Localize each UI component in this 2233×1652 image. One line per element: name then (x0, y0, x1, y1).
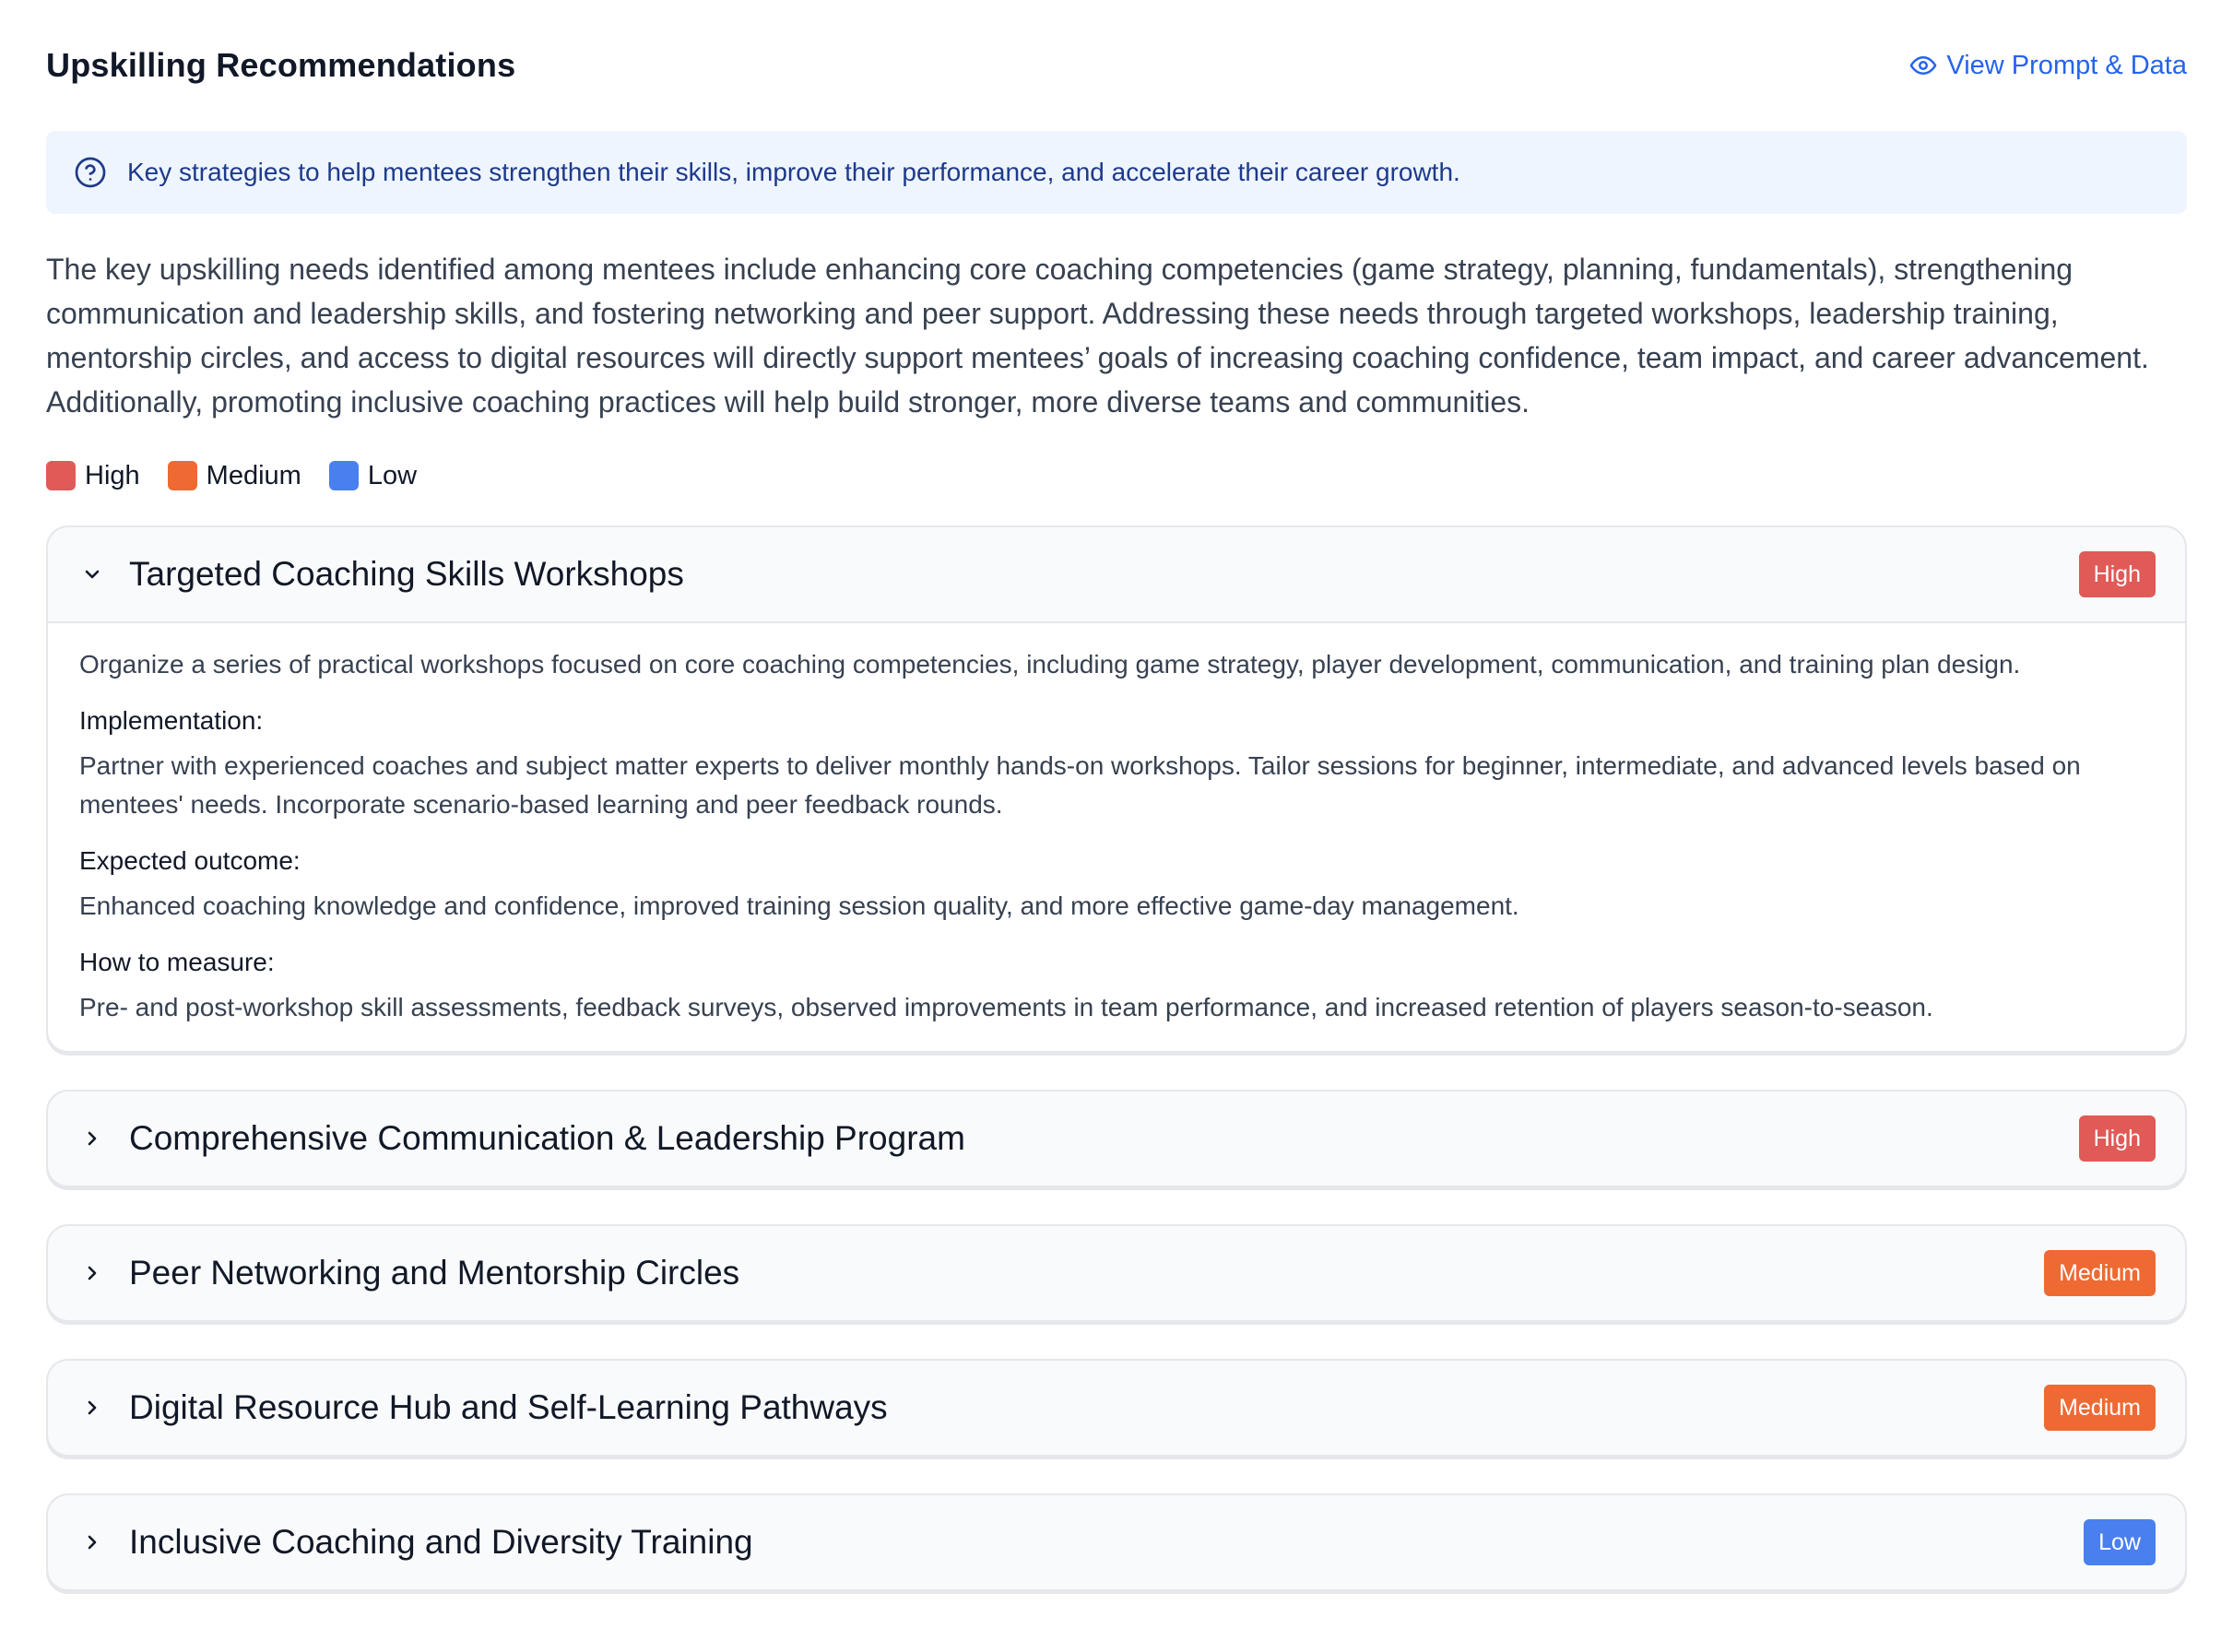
legend-swatch-medium (167, 461, 197, 490)
priority-badge: High (2078, 1115, 2156, 1162)
measure-text: Pre- and post-workshop skill assessments… (79, 993, 1933, 1021)
chevron-right-icon (79, 1529, 105, 1555)
header: Upskilling Recommendations View Prompt &… (46, 0, 2187, 131)
recommendations-list: Targeted Coaching Skills Workshops High … (46, 525, 2187, 1591)
eye-icon (1910, 56, 1937, 75)
implementation-label: Implementation: (79, 706, 264, 735)
chevron-right-icon (79, 1395, 105, 1421)
legend-label-high: High (85, 460, 140, 490)
accordion-body: Organize a series of practical workshops… (48, 621, 2185, 1051)
legend-swatch-low (328, 461, 359, 490)
upskilling-page: Upskilling Recommendations View Prompt &… (0, 0, 2233, 1652)
accordion-header[interactable]: Peer Networking and Mentorship Circles M… (48, 1226, 2185, 1320)
help-circle-icon (75, 157, 106, 188)
accordion-item: Peer Networking and Mentorship Circles M… (46, 1224, 2187, 1322)
legend-label-low: Low (367, 460, 418, 490)
chevron-right-icon (79, 1260, 105, 1286)
legend-label-medium: Medium (206, 460, 301, 490)
accordion-title: Targeted Coaching Skills Workshops (129, 555, 684, 593)
accordion-title: Comprehensive Communication & Leadership… (129, 1119, 965, 1157)
accordion-item: Inclusive Coaching and Diversity Trainin… (46, 1493, 2187, 1591)
accordion-item: Comprehensive Communication & Leadership… (46, 1090, 2187, 1187)
page-title: Upskilling Recommendations (46, 46, 516, 84)
chevron-right-icon (79, 1126, 105, 1151)
legend-item-high: High (46, 461, 140, 491)
priority-badge: High (2078, 551, 2156, 597)
info-banner: Key strategies to help mentees strengthe… (46, 131, 2187, 214)
priority-legend: High Medium Low (46, 457, 2187, 494)
legend-item-medium: Medium (167, 460, 301, 491)
summary-text: The key upskilling needs identified amon… (46, 253, 2149, 419)
measure-label: How to measure: (79, 948, 275, 976)
accordion-title: Digital Resource Hub and Self-Learning P… (129, 1388, 888, 1426)
outcome-label: Expected outcome: (79, 846, 301, 875)
view-prompt-data-link[interactable]: View Prompt & Data (1909, 51, 2187, 81)
recommendation-description: Organize a series of practical workshops… (79, 650, 2021, 678)
accordion-header[interactable]: Inclusive Coaching and Diversity Trainin… (48, 1495, 2185, 1589)
accordion-header[interactable]: Comprehensive Communication & Leadership… (48, 1092, 2185, 1186)
info-text: Key strategies to help mentees strengthe… (127, 158, 1460, 186)
chevron-down-icon (79, 561, 105, 587)
priority-badge: Medium (2044, 1250, 2156, 1296)
accordion-title: Inclusive Coaching and Diversity Trainin… (129, 1523, 753, 1561)
accordion-header[interactable]: Targeted Coaching Skills Workshops High (48, 527, 2185, 621)
implementation-text: Partner with experienced coaches and sub… (79, 751, 2081, 819)
accordion-item: Targeted Coaching Skills Workshops High … (46, 525, 2187, 1053)
accordion-header[interactable]: Digital Resource Hub and Self-Learning P… (48, 1361, 2185, 1455)
legend-item-low: Low (328, 460, 418, 491)
legend-swatch-high (46, 461, 76, 490)
priority-badge: Low (2084, 1519, 2156, 1565)
accordion-title: Peer Networking and Mentorship Circles (129, 1254, 740, 1292)
outcome-text: Enhanced coaching knowledge and confiden… (79, 891, 1519, 920)
view-prompt-data-label: View Prompt & Data (1946, 50, 2187, 80)
priority-badge: Medium (2044, 1385, 2156, 1431)
accordion-item: Digital Resource Hub and Self-Learning P… (46, 1359, 2187, 1457)
